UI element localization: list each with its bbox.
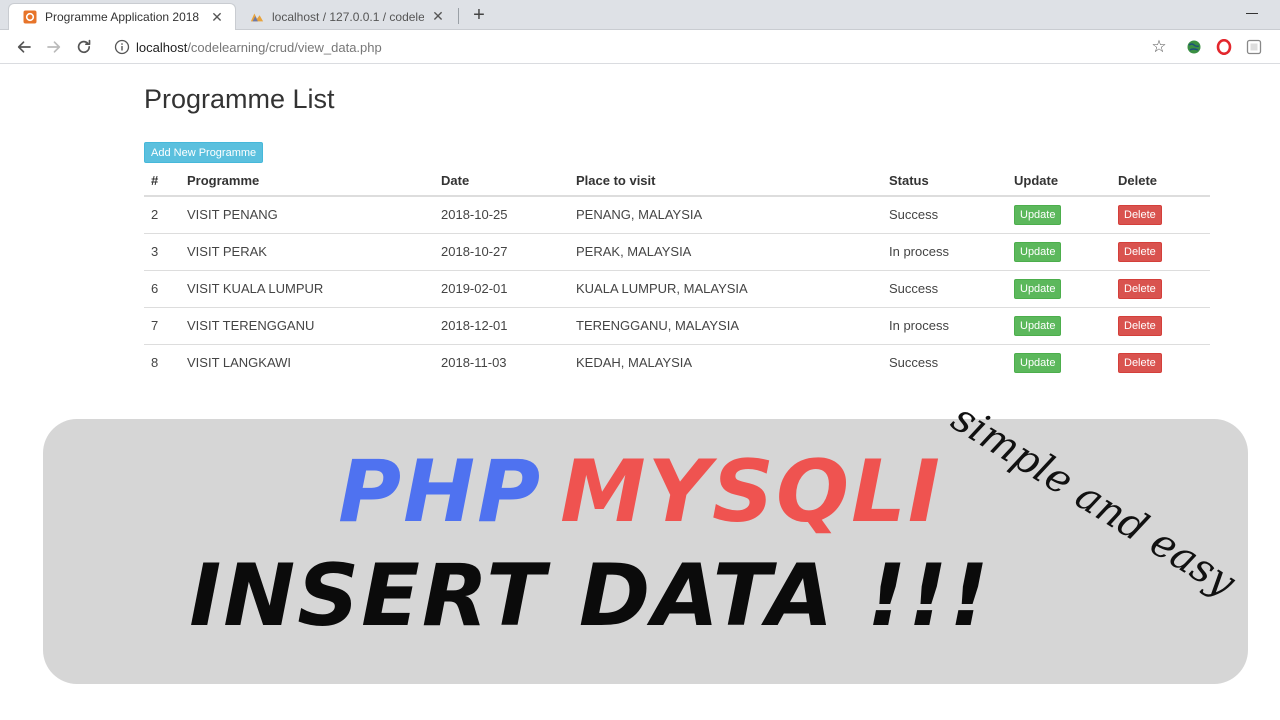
minimize-window-icon[interactable] — [1242, 4, 1262, 22]
cell-date: 2018-10-27 — [441, 233, 576, 271]
url-host: localhost — [136, 39, 188, 55]
cell-programme: VISIT PENANG — [187, 196, 441, 234]
cell-id: 8 — [151, 355, 159, 371]
cell-programme: VISIT KUALA LUMPUR — [187, 270, 441, 308]
close-tab-icon[interactable]: ✕ — [430, 8, 446, 25]
page-title: Programme List — [144, 84, 335, 114]
close-tab-icon[interactable]: ✕ — [209, 9, 225, 25]
cell-status: Success — [889, 270, 1014, 308]
table-row: 7 VISIT TERENGGANU 2018-12-01 TERENGGANU… — [144, 307, 1210, 345]
tab-title: Programme Application 2018 — [45, 10, 200, 24]
cell-place: KUALA LUMPUR, MALAYSIA — [576, 270, 889, 308]
update-button[interactable]: Update — [1014, 204, 1062, 225]
update-button[interactable]: Update — [1014, 241, 1062, 262]
cell-date: 2018-12-01 — [441, 307, 576, 345]
cell-delete: Delete — [1118, 196, 1210, 234]
extension-globe-icon[interactable] — [1185, 38, 1203, 56]
new-tab-button[interactable]: + — [466, 4, 492, 26]
cell-date: 2018-11-03 — [441, 355, 507, 371]
reload-icon — [77, 39, 91, 53]
cell-update: Update — [1014, 196, 1118, 234]
cell-delete: Delete — [1118, 270, 1210, 308]
extension-square-icon[interactable] — [1245, 38, 1263, 56]
cell-place: PENANG, MALAYSIA — [576, 196, 889, 234]
cell-update: Update — [1014, 344, 1118, 381]
column-header-date: Date — [441, 166, 576, 197]
cell-update: Update — [1014, 307, 1118, 345]
add-new-programme-button[interactable]: Add New Programme — [144, 142, 264, 163]
arrow-right-icon — [47, 41, 61, 53]
forward-button[interactable] — [43, 36, 65, 58]
delete-button[interactable]: Delete — [1118, 278, 1162, 299]
delete-button[interactable]: Delete — [1118, 315, 1162, 336]
tab-phpmyadmin[interactable]: localhost / 127.0.0.1 / codelearnin ✕ — [236, 3, 456, 30]
cell-update: Update — [1014, 233, 1118, 271]
programme-table: # Programme Date Place to visit Status U… — [144, 166, 1210, 381]
overlay-mysqli-text: MYSQLI — [560, 442, 942, 542]
cell-place: TERENGGANU, MALAYSIA — [576, 307, 889, 345]
url-path: /codelearning/crud/view_data.php — [187, 39, 382, 55]
cell-programme: VISIT PERAK — [187, 233, 441, 271]
column-header-delete: Delete — [1118, 166, 1210, 197]
cell-update: Update — [1014, 270, 1118, 308]
column-header-update: Update — [1014, 166, 1118, 197]
table-row: 2 VISIT PENANG 2018-10-25 PENANG, MALAYS… — [144, 196, 1210, 234]
back-button[interactable] — [13, 36, 35, 58]
column-header-number: # — [144, 166, 187, 197]
overlay-php-text: PHP — [338, 442, 543, 542]
cell-status: Success — [889, 355, 939, 371]
table-row: 8 VISIT LANGKAWI 2018-11-03 KEDAH, MALAY… — [144, 344, 1210, 381]
cell-status: In process — [889, 233, 1014, 271]
cell-place: KEDAH, MALAYSIA — [576, 355, 693, 371]
phpmyadmin-favicon-icon — [250, 10, 264, 24]
cell-date: 2019-02-01 — [441, 270, 576, 308]
cell-id: 3 — [144, 233, 187, 271]
update-button[interactable]: Update — [1014, 278, 1062, 299]
browser-toolbar: localhost/codelearning/crud/view_data.ph… — [0, 30, 1280, 64]
browser-tab-strip: Programme Application 2018 ✕ localhost /… — [0, 0, 1280, 30]
column-header-place: Place to visit — [576, 166, 889, 197]
tab-separator — [458, 8, 459, 24]
table-row: 3 VISIT PERAK 2018-10-27 PERAK, MALAYSIA… — [144, 233, 1210, 271]
cell-delete: Delete — [1118, 307, 1210, 345]
codeigniter-favicon-icon — [23, 10, 37, 24]
delete-button[interactable]: Delete — [1118, 204, 1162, 225]
delete-button[interactable]: Delete — [1118, 241, 1162, 262]
cell-id: 6 — [144, 270, 187, 308]
reload-button[interactable] — [73, 36, 95, 58]
cell-status: Success — [889, 196, 1014, 234]
cell-programme: VISIT LANGKAWI — [187, 355, 292, 371]
overlay-insert-data-text: INSERT DATA !!! — [189, 546, 991, 646]
site-info-icon[interactable] — [114, 39, 130, 55]
extension-opera-icon[interactable] — [1215, 38, 1233, 56]
arrow-left-icon — [17, 41, 31, 53]
cell-place: PERAK, MALAYSIA — [576, 233, 889, 271]
cell-delete: Delete — [1118, 344, 1210, 381]
table-row: 6 VISIT KUALA LUMPUR 2019-02-01 KUALA LU… — [144, 270, 1210, 308]
cell-id: 7 — [144, 307, 187, 345]
delete-button[interactable]: Delete — [1118, 352, 1162, 373]
tab-title: localhost / 127.0.0.1 / codelearnin — [272, 9, 424, 24]
cell-status: In process — [889, 307, 1014, 345]
table-header-row: # Programme Date Place to visit Status U… — [144, 166, 1210, 197]
address-bar[interactable]: localhost/codelearning/crud/view_data.ph… — [104, 34, 1172, 60]
bookmark-star-icon[interactable]: ☆ — [1150, 37, 1168, 56]
cell-delete: Delete — [1118, 233, 1210, 271]
cell-date: 2018-10-25 — [441, 196, 576, 234]
column-header-programme: Programme — [187, 166, 441, 197]
update-button[interactable]: Update — [1014, 352, 1062, 373]
update-button[interactable]: Update — [1014, 315, 1062, 336]
tab-programme-application[interactable]: Programme Application 2018 ✕ — [8, 3, 236, 30]
cell-id: 2 — [144, 196, 187, 234]
cell-programme: VISIT TERENGGANU — [187, 307, 441, 345]
column-header-status: Status — [889, 166, 1014, 197]
